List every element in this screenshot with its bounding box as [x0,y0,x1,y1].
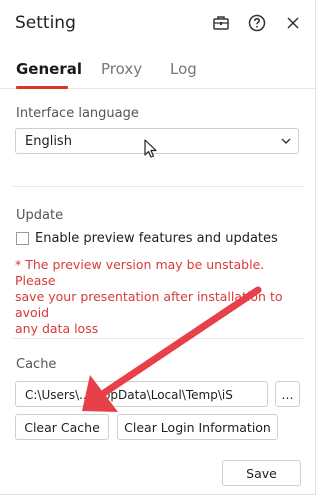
warning-line: any data loss [15,321,99,336]
mouse-cursor-icon [144,139,157,158]
preview-features-checkbox-label: Enable preview features and updates [35,231,278,246]
tab-proxy[interactable]: Proxy [101,60,142,78]
browse-button[interactable]: ... [275,381,300,407]
warning-line: save your presentation after installatio… [15,289,283,320]
chevron-down-icon [280,135,292,147]
cache-path-value: C:\Users\...\AppData\Local\Temp\iS [25,388,233,402]
cache-path-field[interactable]: C:\Users\...\AppData\Local\Temp\iS [15,381,268,407]
window-title: Setting [15,13,76,33]
interface-language-label: Interface language [16,106,139,121]
tab-general[interactable]: General [16,60,82,78]
language-select-value: English [25,134,72,149]
tab-bar: General Proxy Log [0,52,315,89]
cache-label: Cache [16,357,57,372]
help-icon[interactable] [247,13,267,33]
preview-warning-text: * The preview version may be unstable. P… [15,257,307,337]
close-icon[interactable] [283,13,303,33]
divider [12,338,304,339]
update-label: Update [16,208,64,223]
title-bar: Setting [0,0,315,46]
preview-features-checkbox[interactable] [16,232,29,245]
divider [12,186,304,187]
clear-login-information-button[interactable]: Clear Login Information [117,414,278,440]
briefcase-icon[interactable] [211,13,231,33]
clear-cache-button[interactable]: Clear Cache [15,414,109,440]
warning-line: * The preview version may be unstable. P… [15,257,265,288]
save-button[interactable]: Save [222,460,301,486]
settings-panel: Setting General Proxy Log Interface lang… [0,0,316,495]
tab-log[interactable]: Log [170,60,197,78]
active-tab-indicator [16,86,68,89]
preview-features-checkbox-row[interactable]: Enable preview features and updates [16,231,278,246]
